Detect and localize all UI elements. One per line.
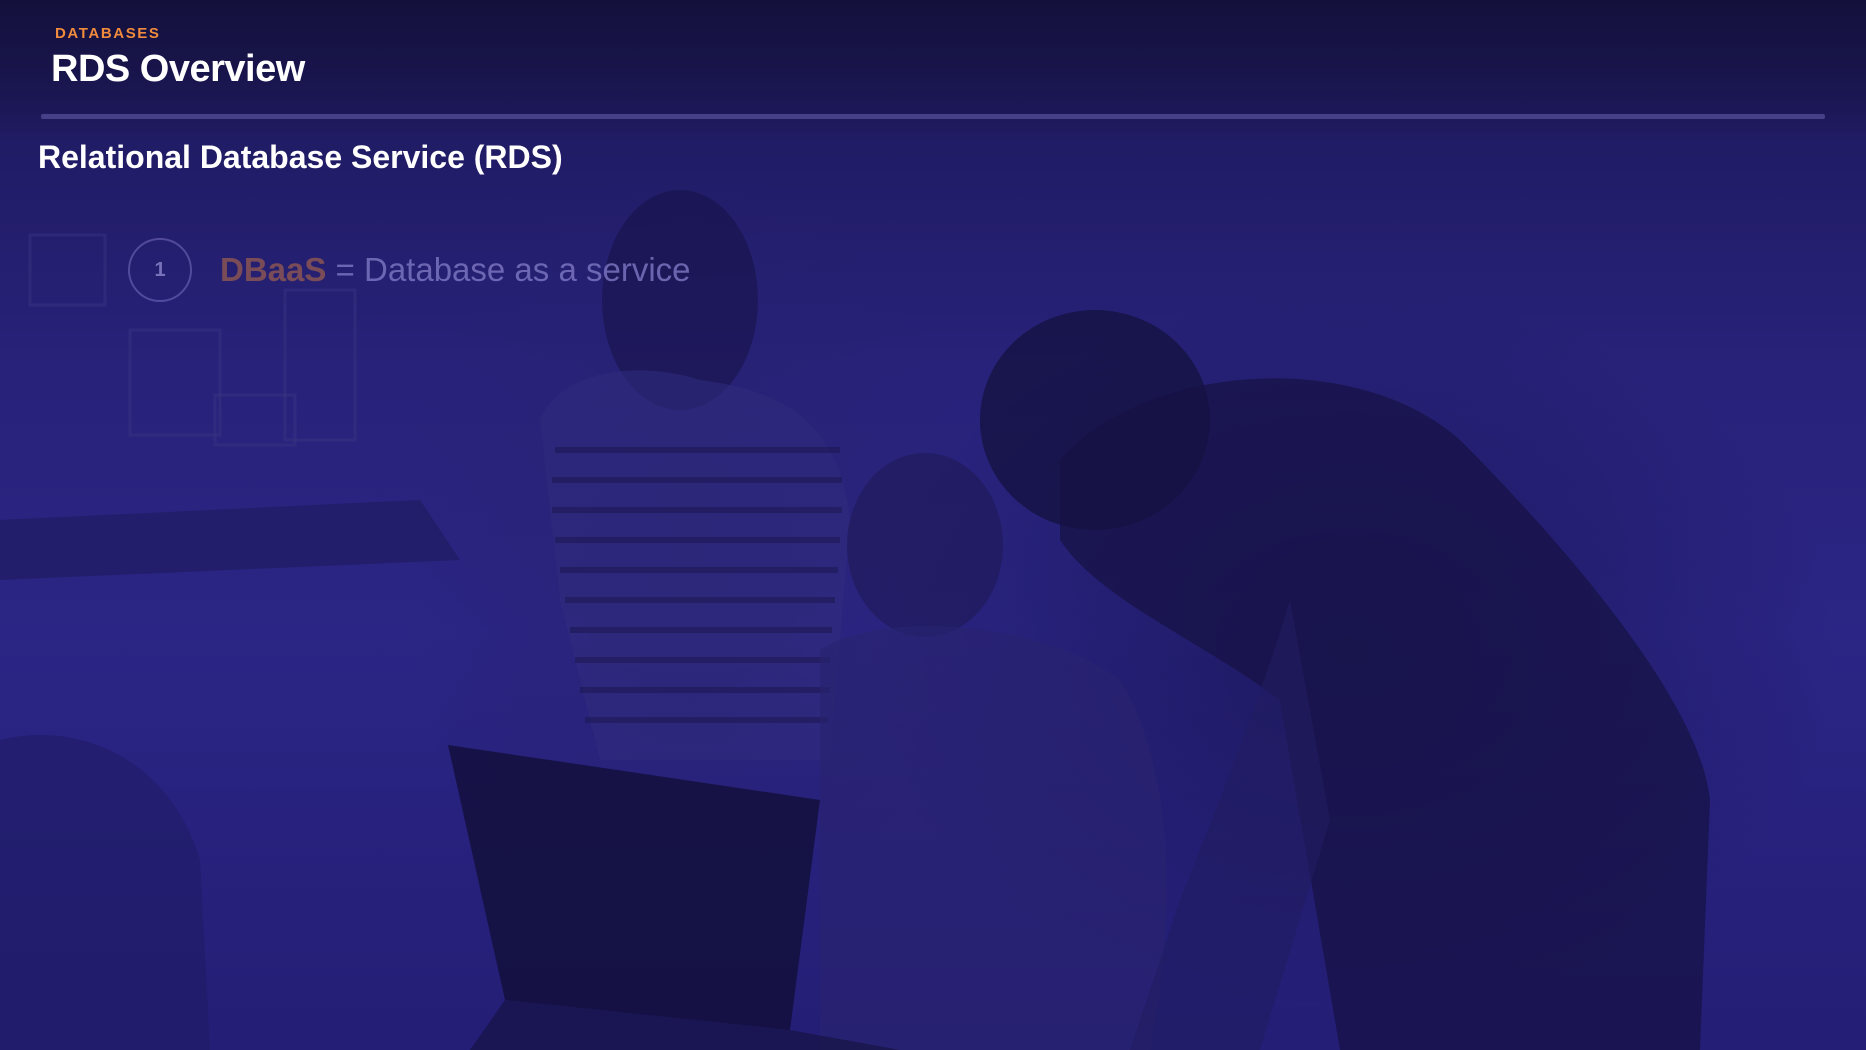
bullet-number: 1 — [128, 238, 192, 302]
page-title: RDS Overview — [51, 48, 305, 90]
slide-subtitle: Relational Database Service (RDS) — [38, 139, 563, 175]
title-divider — [41, 114, 1825, 119]
bullet-separator: = — [326, 251, 364, 288]
section-label: DATABASES — [55, 25, 161, 42]
bullet-description: Database as a service — [364, 251, 691, 288]
slide: DATABASES RDS Overview Relational Databa… — [0, 0, 1866, 1050]
bullet-text: DBaaS = Database as a service — [220, 251, 691, 289]
bullet-term: DBaaS — [220, 251, 327, 288]
bullet-item: 1 DBaaS = Database as a service — [128, 236, 691, 304]
